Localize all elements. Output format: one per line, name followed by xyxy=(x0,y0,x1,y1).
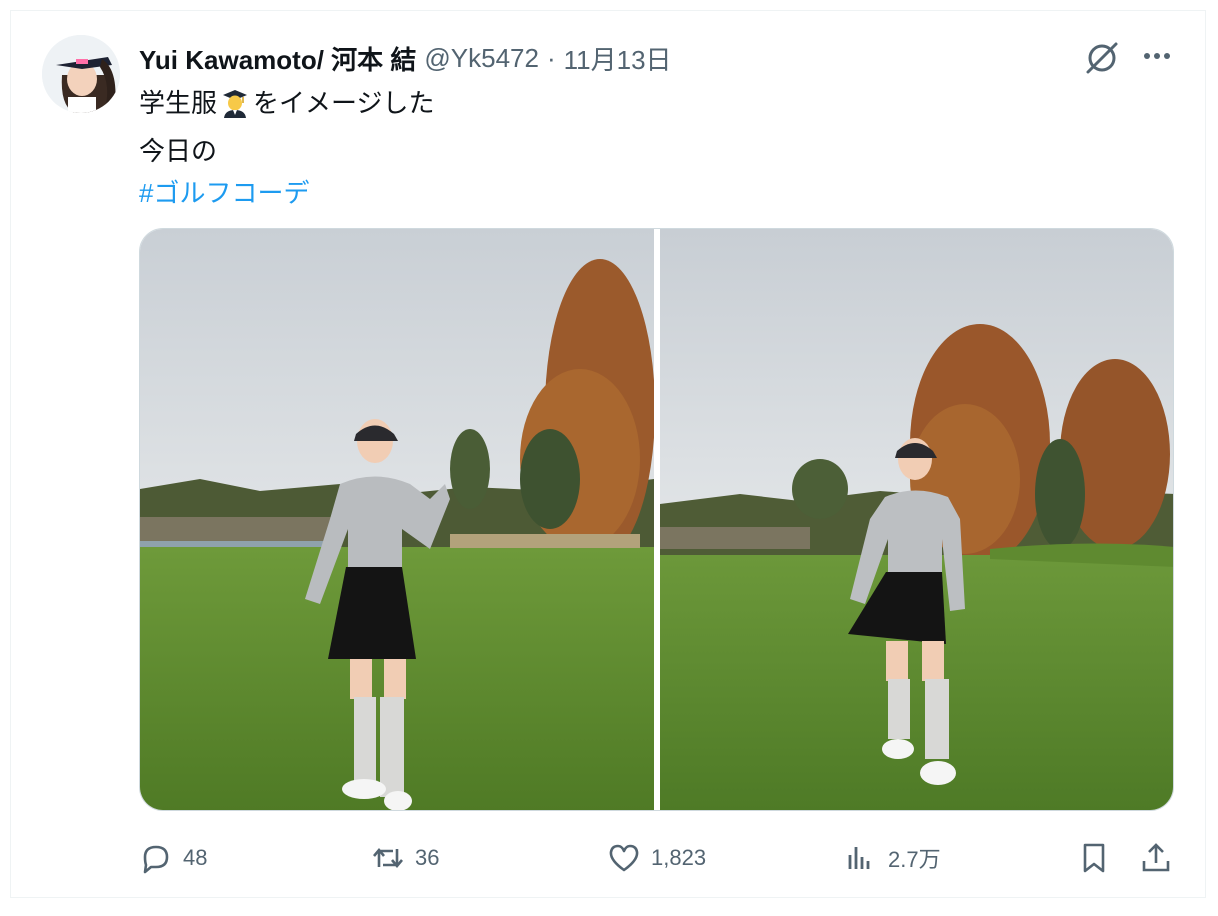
tweet-line-1: 学生服 をイメージした xyxy=(139,82,435,130)
views-button[interactable]: 2.7万 xyxy=(844,836,941,880)
repost-button[interactable]: 36 xyxy=(371,836,439,880)
share-icon xyxy=(1142,843,1170,872)
author-handle[interactable]: @Yk5472 xyxy=(424,43,539,74)
avatar-image xyxy=(42,35,120,113)
share-button[interactable] xyxy=(1139,836,1173,880)
reply-count: 48 xyxy=(183,845,208,870)
tweet-date[interactable]: 11月13日 xyxy=(564,40,672,77)
repost-count: 36 xyxy=(415,845,440,870)
reply-button[interactable]: 48 xyxy=(139,836,207,880)
views-icon xyxy=(848,847,870,869)
views-count: 2.7万 xyxy=(888,847,941,872)
tweet-line-1-post: をイメージした xyxy=(253,88,435,118)
media-grid xyxy=(139,228,1174,811)
like-count: 1,823 xyxy=(651,845,707,870)
bookmark-button[interactable] xyxy=(1077,836,1111,880)
tweet-header: Yui Kawamoto/ 河本 結 @Yk5472 · 11月13日 xyxy=(139,40,672,76)
tweet-line-1-pre: 学生服 xyxy=(139,88,218,118)
like-button[interactable]: 1,823 xyxy=(607,836,706,880)
photo-golfer-left[interactable] xyxy=(140,229,654,810)
tweet-line-2: 今日の xyxy=(139,136,218,166)
repost-icon xyxy=(373,847,403,869)
hashtag-link[interactable]: #ゴルフコーデ xyxy=(139,178,309,208)
photo-golfer-right[interactable] xyxy=(660,229,1173,810)
header-separator: · xyxy=(546,42,556,73)
tweet-actions: 48 36 1,823 2.7万 xyxy=(139,836,1179,880)
tweet-text: 学生服 をイメージした 今日の #ゴルフコーデ xyxy=(139,82,435,214)
bookmark-icon xyxy=(1083,843,1105,873)
more-icon[interactable] xyxy=(1137,38,1177,78)
grok-icon[interactable] xyxy=(1082,38,1122,78)
like-icon xyxy=(609,844,639,872)
avatar[interactable] xyxy=(42,35,120,113)
student-emoji-icon xyxy=(220,88,250,130)
author-name[interactable]: Yui Kawamoto/ 河本 結 xyxy=(139,40,416,77)
reply-icon xyxy=(143,845,169,874)
